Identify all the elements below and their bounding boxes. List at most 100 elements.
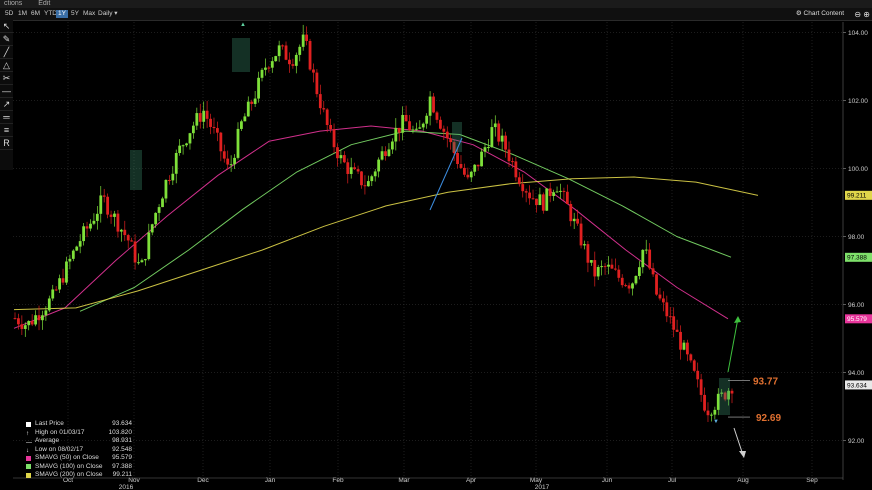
legend-swatch: ↓	[26, 448, 29, 455]
chart-legend: Last Price 93.634 ↑ High on 01/03/17 103.820…	[26, 420, 132, 480]
candle-body	[487, 147, 490, 149]
candle-body	[620, 277, 624, 286]
down-target-label: 92.69	[756, 413, 781, 424]
candle-body	[682, 342, 686, 350]
candle-body	[730, 390, 734, 394]
candle-body	[456, 153, 459, 165]
candle-body	[181, 145, 185, 147]
low-marker: ▼	[713, 419, 719, 425]
candle-body	[411, 129, 415, 131]
candle-body	[219, 132, 223, 152]
setup-zone	[130, 150, 142, 190]
candle-body	[202, 110, 206, 122]
candle-body	[150, 224, 154, 233]
candle-body	[260, 69, 264, 78]
legend-value: 92.548	[112, 445, 132, 453]
legend-swatch: —	[26, 439, 32, 446]
candle-body	[686, 342, 689, 355]
legend-swatch	[26, 472, 31, 478]
legend-swatch	[26, 455, 31, 461]
legend-label: SMAVG (50) on Close	[35, 454, 99, 461]
candle-body	[469, 171, 473, 178]
candle-body	[291, 64, 295, 66]
candle-body	[363, 185, 367, 187]
candle-body	[483, 147, 487, 152]
legend-value: 99.211	[112, 471, 132, 478]
candle-body	[113, 213, 116, 217]
candle-body	[222, 151, 226, 159]
candle-body	[329, 125, 333, 130]
candle-body	[535, 198, 538, 206]
y-tick-label: 92.00	[848, 438, 865, 445]
candle-body	[404, 114, 408, 122]
candle-body	[394, 127, 398, 142]
candle-body	[421, 123, 425, 128]
candle-body	[435, 112, 439, 120]
candle-body	[706, 410, 710, 416]
candle-body	[689, 354, 693, 361]
legend-value: 98.931	[112, 437, 132, 444]
candle-body	[346, 162, 350, 174]
candle-body	[332, 129, 336, 148]
candle-body	[600, 266, 604, 268]
candle-body	[226, 158, 230, 165]
candle-body	[44, 310, 48, 316]
candle-body	[281, 45, 284, 47]
candle-body	[703, 394, 706, 411]
candle-body	[274, 56, 278, 62]
candle-body	[624, 285, 628, 287]
candle-body	[185, 143, 188, 146]
candle-body	[37, 315, 41, 321]
candle-body	[61, 278, 65, 283]
candle-body	[171, 173, 175, 181]
candle-body	[257, 77, 260, 99]
candle-body	[106, 196, 110, 215]
candle-body	[264, 67, 267, 70]
candle-body	[58, 278, 61, 290]
candle-body	[408, 121, 411, 131]
candle-body	[195, 113, 199, 126]
candle-body	[651, 268, 655, 275]
candle-body	[133, 241, 137, 263]
candle-body	[428, 96, 432, 116]
candle-body	[288, 59, 291, 65]
candle-body	[277, 45, 281, 57]
candle-body	[579, 223, 583, 246]
legend-row: ↑ High on 01/03/17 103.820	[26, 429, 132, 438]
candle-body	[490, 127, 494, 148]
candle-body	[71, 250, 75, 259]
legend-value: 97.388	[112, 462, 132, 470]
candle-body	[586, 244, 590, 263]
candle-body	[174, 153, 178, 174]
legend-swatch	[26, 421, 31, 427]
candle-body	[253, 98, 257, 104]
candle-body	[569, 204, 573, 222]
candle-body	[318, 94, 322, 109]
value-flag-label: 95.579	[847, 316, 867, 323]
legend-label: Average	[35, 437, 60, 444]
price-chart[interactable]: 104.00102.00100.0098.0096.0094.0092.00Oc…	[0, 0, 872, 490]
candle-body	[229, 164, 233, 166]
legend-value: 103.820	[108, 428, 133, 436]
candle-body	[658, 294, 662, 299]
candle-body	[655, 274, 658, 295]
candle-body	[154, 212, 158, 225]
candle-body	[157, 207, 161, 213]
value-flag-label: 93.634	[847, 382, 867, 389]
candle-body	[373, 171, 377, 177]
candle-body	[126, 235, 130, 241]
candle-body	[92, 220, 96, 224]
candle-body	[377, 159, 381, 172]
candle-body	[500, 135, 504, 142]
candle-body	[143, 259, 147, 261]
candle-body	[137, 262, 140, 264]
candle-body	[531, 198, 535, 200]
legend-label: SMAVG (200) on Close	[35, 471, 103, 478]
candle-body	[305, 34, 309, 41]
candle-body	[89, 223, 92, 229]
legend-swatch	[26, 464, 31, 470]
setup-zone	[719, 378, 730, 415]
candle-body	[209, 118, 212, 127]
candle-body	[360, 171, 363, 186]
candle-body	[298, 46, 302, 55]
